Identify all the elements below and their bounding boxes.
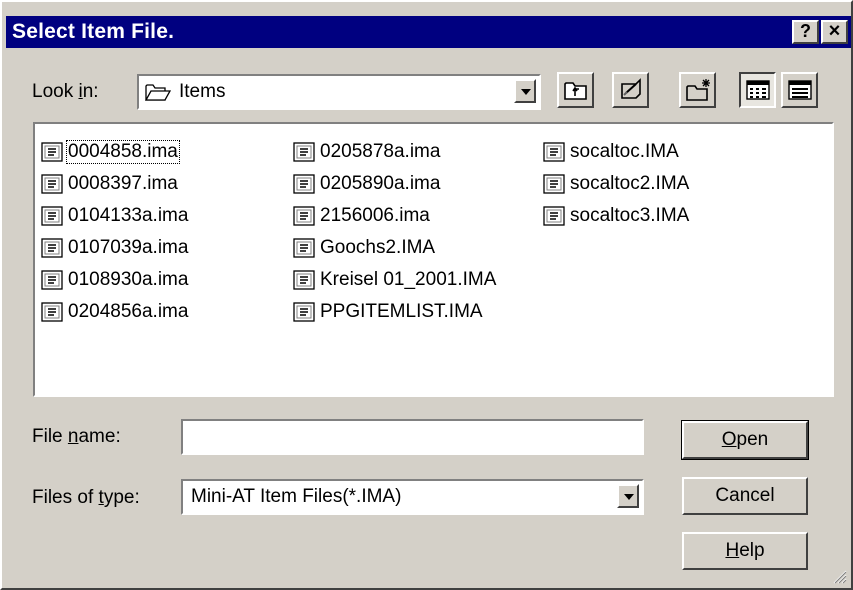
- ima-file-icon: [41, 174, 63, 194]
- up-one-level-button[interactable]: [557, 72, 594, 108]
- ima-file-icon: [41, 302, 63, 322]
- file-name-label-pre: File: [32, 426, 68, 447]
- new-folder-button[interactable]: [679, 72, 716, 108]
- files-of-type-label-post: ype:: [103, 487, 140, 508]
- look-in-label: Look in:: [32, 81, 99, 103]
- file-item[interactable]: PPGITEMLIST.IMA: [293, 296, 497, 328]
- file-name-input[interactable]: [181, 419, 644, 455]
- file-name: 0204856a.ima: [68, 301, 189, 322]
- help-button-mnemonic: H: [725, 540, 740, 561]
- ima-file-icon: [543, 206, 565, 226]
- dialog-title: Select Item File.: [12, 20, 175, 43]
- file-list-column: socaltoc.IMA socaltoc2.IMA socaltoc3.IMA: [543, 136, 690, 232]
- file-item[interactable]: 0107039a.ima: [41, 232, 189, 264]
- file-name: Goochs2.IMA: [320, 237, 436, 258]
- file-name: 0205890a.ima: [320, 173, 441, 194]
- close-button[interactable]: ×: [821, 20, 848, 44]
- details-view-button[interactable]: [781, 72, 818, 108]
- open-button-mnemonic: O: [721, 429, 737, 450]
- file-item[interactable]: 0204856a.ima: [41, 296, 189, 328]
- file-item[interactable]: socaltoc2.IMA: [543, 168, 690, 200]
- file-item[interactable]: 0104133a.ima: [41, 200, 189, 232]
- file-item[interactable]: socaltoc.IMA: [543, 136, 690, 168]
- files-of-type-label-pre: Files of: [32, 487, 99, 508]
- open-button-label: pen: [736, 429, 769, 450]
- file-name: 0205878a.ima: [320, 141, 441, 162]
- open-button[interactable]: Open: [681, 420, 809, 460]
- files-of-type-label: Files of type:: [32, 487, 140, 509]
- file-list[interactable]: 0004858.ima 0008397.ima 0104133a.ima 010703…: [33, 122, 834, 397]
- file-name: socaltoc3.IMA: [570, 205, 690, 226]
- desktop-button[interactable]: [612, 72, 649, 108]
- files-of-type-dropdown-arrow[interactable]: [617, 484, 639, 508]
- file-item[interactable]: 2156006.ima: [293, 200, 497, 232]
- file-list-column: 0004858.ima 0008397.ima 0104133a.ima 010703…: [41, 136, 189, 328]
- folder-open-icon: [144, 82, 172, 108]
- file-name-label-post: ame:: [78, 426, 121, 447]
- file-list-column: 0205878a.ima 0205890a.ima 2156006.ima Gooch…: [293, 136, 497, 328]
- ima-file-icon: [293, 206, 315, 226]
- ima-file-icon: [41, 270, 63, 290]
- file-name: socaltoc2.IMA: [570, 173, 690, 194]
- file-item[interactable]: 0004858.ima: [41, 136, 189, 168]
- look-in-label-pre: Look: [32, 81, 79, 102]
- file-name: Kreisel 01_2001.IMA: [320, 269, 497, 290]
- help-title-button[interactable]: ?: [792, 20, 819, 44]
- help-button-label: elp: [739, 540, 765, 561]
- file-name: socaltoc.IMA: [570, 141, 679, 162]
- ima-file-icon: [41, 142, 63, 162]
- list-view-button[interactable]: [739, 72, 776, 108]
- look-in-label-post: n:: [82, 81, 99, 102]
- file-name: 0004858.ima: [66, 140, 180, 164]
- resize-grip-icon[interactable]: [831, 568, 847, 584]
- select-item-file-dialog: Select Item File. ? × Look in: Items 000…: [0, 0, 853, 590]
- ima-file-icon: [543, 174, 565, 194]
- file-name-label-mnemonic: n: [67, 426, 79, 447]
- file-name: PPGITEMLIST.IMA: [320, 301, 483, 322]
- file-item[interactable]: socaltoc3.IMA: [543, 200, 690, 232]
- look-in-combobox[interactable]: Items: [137, 74, 541, 110]
- file-item[interactable]: Kreisel 01_2001.IMA: [293, 264, 497, 296]
- ima-file-icon: [293, 270, 315, 290]
- ima-file-icon: [293, 174, 315, 194]
- file-name: 0008397.ima: [68, 173, 178, 194]
- look-in-value: Items: [179, 81, 226, 102]
- file-name: 0104133a.ima: [68, 205, 189, 226]
- help-button[interactable]: Help: [682, 532, 808, 570]
- file-name: 2156006.ima: [320, 205, 430, 226]
- ima-file-icon: [41, 238, 63, 258]
- file-name: 0108930a.ima: [68, 269, 189, 290]
- files-of-type-combobox[interactable]: Mini-AT Item Files(*.IMA): [181, 479, 644, 515]
- file-name-label: File name:: [32, 426, 121, 448]
- ima-file-icon: [293, 142, 315, 162]
- file-item[interactable]: 0205878a.ima: [293, 136, 497, 168]
- ima-file-icon: [293, 302, 315, 322]
- title-bar[interactable]: Select Item File. ? ×: [6, 16, 851, 48]
- look-in-dropdown-arrow[interactable]: [514, 79, 536, 103]
- cancel-button[interactable]: Cancel: [682, 477, 808, 515]
- ima-file-icon: [543, 142, 565, 162]
- file-item[interactable]: 0008397.ima: [41, 168, 189, 200]
- file-name: 0107039a.ima: [68, 237, 189, 258]
- ima-file-icon: [293, 238, 315, 258]
- file-item[interactable]: 0205890a.ima: [293, 168, 497, 200]
- ima-file-icon: [41, 206, 63, 226]
- files-of-type-value: Mini-AT Item Files(*.IMA): [191, 486, 402, 507]
- file-item[interactable]: Goochs2.IMA: [293, 232, 497, 264]
- file-item[interactable]: 0108930a.ima: [41, 264, 189, 296]
